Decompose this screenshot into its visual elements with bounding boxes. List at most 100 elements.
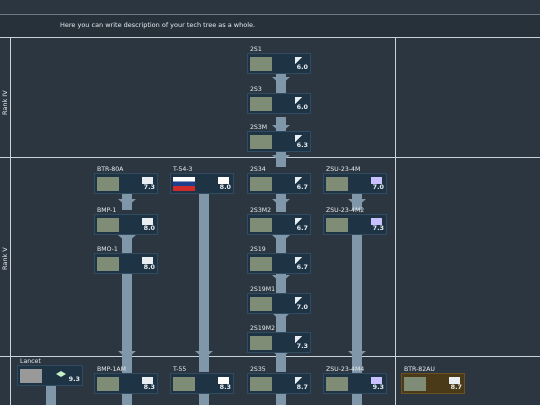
battle-rating: 8.7 [450, 383, 462, 391]
battle-rating: 8.0 [143, 224, 155, 232]
battle-rating: 8.7 [296, 383, 308, 391]
battle-rating: 7.0 [296, 303, 308, 311]
arrow-2s1-2s3 [272, 77, 290, 85]
vehicle-thumbnail [326, 177, 348, 191]
russia-flag-icon [173, 177, 195, 191]
vehicle-name: T-55 [173, 366, 187, 373]
vehicle-card-zsu234m[interactable]: ZSU-23-4M 7.0 [323, 166, 387, 194]
drone-icon [56, 371, 66, 377]
rank-iv-label: Rank IV [1, 90, 9, 115]
vehicle-name: 2S35 [250, 366, 266, 373]
arrow-2s3m-2s34 [272, 155, 290, 163]
battle-rating: 7.3 [296, 342, 308, 350]
vehicle-name: ZSU-23-4M [326, 166, 361, 173]
vehicle-card-zsu234m4[interactable]: ZSU-23-4M4 9.3 [323, 366, 387, 394]
vehicle-thumbnail [20, 369, 42, 383]
vehicle-name: ZSU-23-4M2 [326, 207, 365, 214]
vehicle-name: Lancet [20, 358, 41, 365]
vehicle-name: 2S19M2 [250, 325, 276, 332]
vehicle-card-2s3[interactable]: 2S3 6.0 [247, 86, 311, 114]
vehicle-name: 2S19 [250, 246, 266, 253]
vehicle-card-2s35[interactable]: 2S35 8.7 [247, 366, 311, 394]
arrow-bmp1-bmo1 [118, 235, 136, 243]
battle-rating: 7.3 [143, 183, 155, 191]
connector-below-lancet [46, 386, 56, 405]
vehicle-thumbnail [404, 377, 426, 391]
vehicle-thumbnail [250, 57, 272, 71]
vehicle-card-t55[interactable]: T-55 8.3 [170, 366, 234, 394]
rank-separator-iv-v [0, 157, 540, 158]
battle-rating: 7.3 [372, 224, 384, 232]
arrow-2s19m1-2s19m2 [272, 313, 290, 321]
arrow-bmo1-bmp1am [118, 351, 136, 359]
vehicle-card-2s3m[interactable]: 2S3M 6.3 [247, 124, 311, 152]
vehicle-card-2s19m1[interactable]: 2S19M1 7.0 [247, 286, 311, 314]
battle-rating: 8.3 [219, 383, 231, 391]
rank-separator-v-vi [0, 356, 540, 357]
battle-rating: 6.0 [296, 63, 308, 71]
vehicle-name: 2S3 [250, 86, 262, 93]
arrow-btr80a-bmp1 [118, 199, 136, 207]
vehicle-name: 2S1 [250, 46, 262, 53]
arrow-2s3m2-2s19 [272, 235, 290, 243]
arrow-t543-t55 [195, 351, 213, 359]
vehicle-thumbnail [250, 257, 272, 271]
vehicle-thumbnail [250, 297, 272, 311]
arrow-zsu234m2-zsu234m4 [348, 351, 366, 359]
connector-t543-t55 [199, 182, 209, 372]
battle-rating: 7.0 [372, 183, 384, 191]
right-column-separator [395, 37, 396, 405]
vehicle-thumbnail [250, 218, 272, 232]
battle-rating: 6.3 [296, 141, 308, 149]
vehicle-thumbnail [250, 177, 272, 191]
vehicle-thumbnail [250, 377, 272, 391]
vehicle-name: BTR-82AU [404, 366, 435, 373]
vehicle-card-btr82au[interactable]: BTR-82AU 8.7 [401, 366, 465, 394]
rank-separator-top [0, 37, 540, 38]
vehicle-thumbnail [97, 377, 119, 391]
battle-rating: 6.7 [296, 263, 308, 271]
description-bar: Here you can write description of your t… [0, 15, 540, 38]
vehicle-name: T-54-3 [173, 166, 193, 173]
vehicle-card-bmp1am[interactable]: BMP-1AM 8.3 [94, 366, 158, 394]
battle-rating: 6.7 [296, 224, 308, 232]
vehicle-thumbnail [250, 97, 272, 111]
vehicle-name: 2S19M1 [250, 286, 276, 293]
arrow-2s19-2s19m1 [272, 275, 290, 283]
battle-rating: 9.3 [372, 383, 384, 391]
battle-rating: 6.0 [296, 103, 308, 111]
vehicle-card-zsu234m2[interactable]: ZSU-23-4M2 7.3 [323, 207, 387, 235]
vehicle-name: ZSU-23-4M4 [326, 366, 365, 373]
vehicle-name: BMO-1 [97, 246, 118, 253]
battle-rating: 8.3 [143, 383, 155, 391]
vehicle-name: BMP-1 [97, 207, 117, 214]
vehicle-name: 2S34 [250, 166, 266, 173]
rank-v-label: Rank V [1, 247, 9, 270]
vehicle-thumbnail [97, 177, 119, 191]
vehicle-card-lancet[interactable]: Lancet 9.3 [17, 358, 83, 386]
vehicle-thumbnail [250, 135, 272, 149]
arrow-zsu234m-zsu234m2 [348, 199, 366, 207]
vehicle-card-2s1[interactable]: 2S1 6.0 [247, 46, 311, 74]
arrow-2s34-2s3m2 [272, 199, 290, 207]
tech-tree-grid: Rank IV Rank V 2S1 6.0 2S3 6.0 2S3M 6.3 … [0, 37, 540, 405]
vehicle-name: BMP-1AM [97, 366, 126, 373]
vehicle-card-bmo1[interactable]: BMO-1 8.0 [94, 246, 158, 274]
vehicle-thumbnail [326, 218, 348, 232]
battle-rating: 8.0 [219, 183, 231, 191]
vehicle-card-bmp1[interactable]: BMP-1 8.0 [94, 207, 158, 235]
battle-rating: 8.0 [143, 263, 155, 271]
rank-column-separator [10, 37, 11, 405]
vehicle-card-t543[interactable]: T-54-3 8.0 [170, 166, 234, 194]
vehicle-name: 2S3M [250, 124, 268, 131]
battle-rating: 9.3 [68, 375, 80, 383]
vehicle-card-btr80a[interactable]: BTR-80A 7.3 [94, 166, 158, 194]
vehicle-thumbnail [173, 377, 195, 391]
vehicle-card-2s3m2[interactable]: 2S3M2 6.7 [247, 207, 311, 235]
vehicle-card-2s34[interactable]: 2S34 6.7 [247, 166, 311, 194]
tech-tree-description: Here you can write description of your t… [60, 21, 256, 29]
vehicle-card-2s19m2[interactable]: 2S19M2 7.3 [247, 325, 311, 353]
vehicle-thumbnail [97, 257, 119, 271]
top-bar [0, 0, 540, 15]
vehicle-card-2s19[interactable]: 2S19 6.7 [247, 246, 311, 274]
